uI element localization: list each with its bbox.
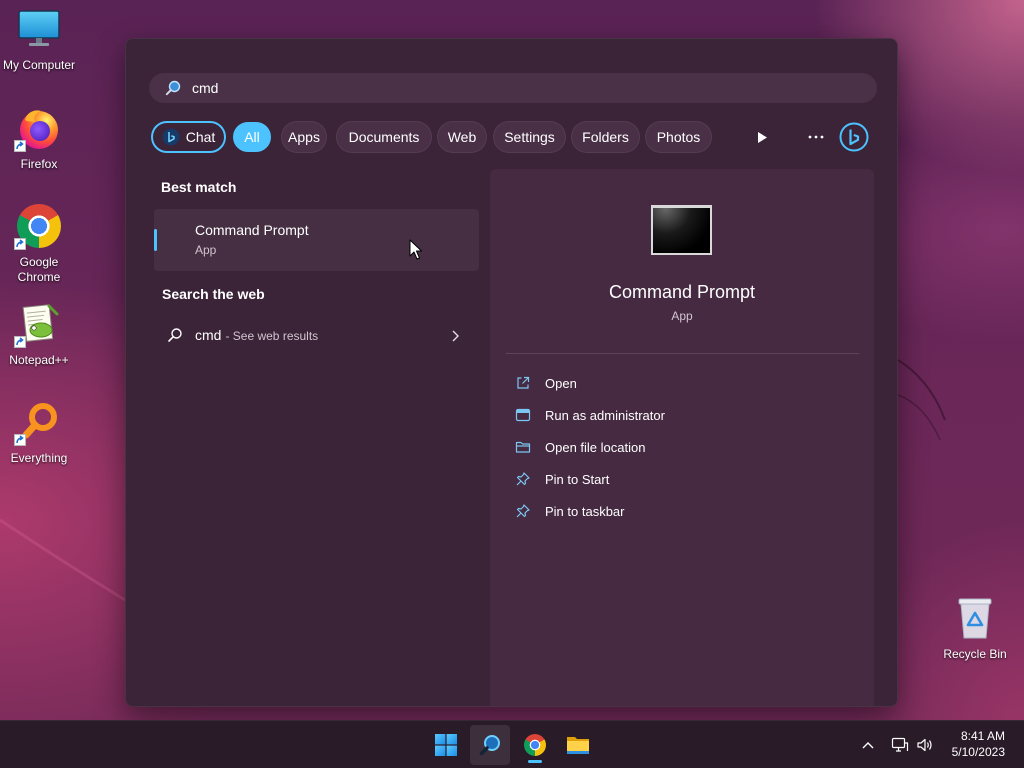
search-icon <box>478 733 502 757</box>
bing-icon[interactable] <box>839 122 869 152</box>
action-pin-to-start[interactable]: Pin to Start <box>506 463 859 495</box>
firefox-icon <box>14 105 62 152</box>
web-result-suffix: - See web results <box>225 329 319 343</box>
network-icon[interactable] <box>890 735 910 755</box>
search-panel: Chat All Apps Documents Web Settings Fol… <box>125 38 898 707</box>
shortcut-arrow-icon <box>14 434 26 446</box>
taskbar-file-explorer-button[interactable] <box>558 725 598 765</box>
chrome-icon <box>14 203 62 250</box>
pin-icon <box>515 503 531 519</box>
action-label: Pin to Start <box>545 471 610 487</box>
desktop-icon-everything[interactable]: Everything <box>0 399 78 466</box>
taskbar-clock[interactable]: 8:41 AM 5/10/2023 <box>952 728 1005 760</box>
desktop-icon-google-chrome[interactable]: Google Chrome <box>0 203 78 285</box>
desktop-icon-label: Google Chrome <box>17 255 61 284</box>
desktop-icon-firefox[interactable]: Firefox <box>0 105 78 172</box>
action-label: Pin to taskbar <box>545 503 625 519</box>
everything-icon <box>14 399 62 446</box>
windows-start-icon <box>435 734 457 756</box>
taskbar-chrome-button[interactable] <box>515 725 555 765</box>
action-open-file-location[interactable]: Open file location <box>506 431 859 463</box>
action-label: Open file location <box>545 439 646 455</box>
chat-label: Chat <box>185 129 216 145</box>
play-icon[interactable] <box>752 127 772 147</box>
web-result[interactable]: cmd - See web results <box>154 317 479 353</box>
monitor-icon <box>16 6 62 52</box>
action-label: Open <box>545 375 577 391</box>
filter-web[interactable]: Web <box>437 121 487 153</box>
preview-subtitle: App <box>671 309 693 323</box>
search-input[interactable] <box>192 73 852 103</box>
divider <box>506 353 859 354</box>
open-icon <box>515 375 531 391</box>
chevron-up-icon[interactable] <box>858 735 878 755</box>
result-subtitle: App <box>195 243 217 257</box>
desktop-icon-label: Recycle Bin <box>943 647 1007 661</box>
file-explorer-icon <box>566 734 590 756</box>
action-pin-to-taskbar[interactable]: Pin to taskbar <box>506 495 859 527</box>
filter-all[interactable]: All <box>233 122 271 152</box>
chrome-icon <box>524 734 546 756</box>
taskbar: 8:41 AM 5/10/2023 <box>0 720 1024 768</box>
filter-documents[interactable]: Documents <box>336 121 432 153</box>
web-query: cmd <box>195 327 222 343</box>
action-open[interactable]: Open <box>506 367 859 399</box>
bing-chat-icon <box>162 128 180 146</box>
admin-icon <box>515 407 531 423</box>
start-button[interactable] <box>426 725 466 765</box>
command-prompt-icon <box>651 205 712 255</box>
filter-photos[interactable]: Photos <box>645 121 712 153</box>
selection-indicator <box>154 229 157 251</box>
clock-date: 5/10/2023 <box>951 745 1005 759</box>
chat-button[interactable]: Chat <box>151 121 226 153</box>
preview-title: Command Prompt <box>608 282 756 302</box>
running-indicator <box>528 760 542 763</box>
search-icon <box>165 80 181 96</box>
filter-folders[interactable]: Folders <box>571 121 640 153</box>
best-match-heading: Best match <box>161 179 237 195</box>
action-label: Run as administrator <box>545 407 665 423</box>
volume-icon[interactable] <box>915 735 935 755</box>
desktop-icon-notepad-plus-plus[interactable]: Notepad++ <box>0 301 78 368</box>
mouse-cursor <box>409 239 422 260</box>
taskbar-search-button[interactable] <box>470 725 510 765</box>
shortcut-arrow-icon <box>14 140 26 152</box>
chevron-right-icon <box>451 329 459 342</box>
desktop-icon-label: Notepad++ <box>9 353 69 367</box>
notepad-plus-plus-icon <box>14 301 62 348</box>
clock-time: 8:41 AM <box>960 729 1005 743</box>
filter-settings[interactable]: Settings <box>493 121 566 153</box>
more-icon[interactable] <box>806 127 826 147</box>
desktop-icon-label: Firefox <box>20 157 58 171</box>
folder-icon <box>515 439 531 455</box>
shortcut-arrow-icon <box>14 238 26 250</box>
filter-apps[interactable]: Apps <box>281 121 327 153</box>
preview-pane: Command Prompt App Open Run as administr… <box>490 169 874 706</box>
result-title: Command Prompt <box>195 222 309 238</box>
recycle-bin-icon <box>952 595 998 641</box>
desktop-icon-label: My Computer <box>2 58 76 72</box>
desktop-icon-my-computer[interactable]: My Computer <box>0 6 78 73</box>
search-icon <box>167 327 183 343</box>
search-web-heading: Search the web <box>162 286 265 302</box>
pin-icon <box>515 471 531 487</box>
desktop-icon-recycle-bin[interactable]: Recycle Bin <box>936 595 1014 662</box>
search-box[interactable] <box>149 73 877 103</box>
shortcut-arrow-icon <box>14 336 26 348</box>
web-result-text: cmd - See web results <box>195 327 318 344</box>
best-match-result[interactable]: Command Prompt App <box>154 209 479 271</box>
desktop-icon-label: Everything <box>10 451 68 465</box>
action-run-as-administrator[interactable]: Run as administrator <box>506 399 859 431</box>
